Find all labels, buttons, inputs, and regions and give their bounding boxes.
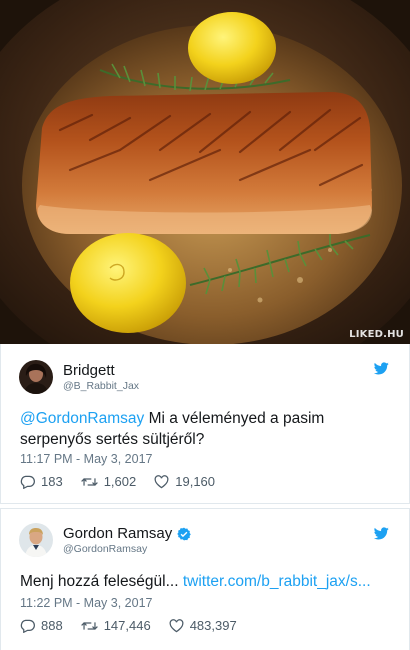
reply-button[interactable]: 183 xyxy=(20,474,63,489)
tweet-text: Menj hozzá feleségül... twitter.com/b_ra… xyxy=(20,571,389,592)
retweet-icon xyxy=(80,621,98,630)
like-button[interactable]: 19,160 xyxy=(154,474,215,489)
heart-icon xyxy=(169,618,184,632)
reply-button[interactable]: 888 xyxy=(20,618,63,633)
retweet-count: 1,602 xyxy=(103,474,137,489)
retweet-button[interactable]: 147,446 xyxy=(80,618,151,633)
tweet-header: Gordon Ramsay @GordonRamsay xyxy=(19,523,191,557)
avatar-gordon-ramsay-icon xyxy=(19,523,53,557)
mention-link[interactable]: @GordonRamsay xyxy=(20,410,144,427)
reply-count: 888 xyxy=(41,618,63,633)
reply-count: 183 xyxy=(41,474,63,489)
avatar[interactable] xyxy=(19,360,53,394)
twitter-bird-icon[interactable] xyxy=(374,527,389,540)
tweet-author: Gordon Ramsay @GordonRamsay xyxy=(63,525,191,556)
avatar-bridgett-icon xyxy=(19,360,53,394)
heart-icon xyxy=(154,474,169,488)
salmon-in-pan-image xyxy=(0,0,410,344)
display-name[interactable]: Gordon Ramsay xyxy=(63,525,191,543)
tweet-link[interactable]: twitter.com/b_rabbit_jax/s... xyxy=(183,573,371,590)
like-count: 19,160 xyxy=(175,474,216,489)
tweet-card: Gordon Ramsay @GordonRamsay Menj hozzá f… xyxy=(0,508,410,650)
tweet-actions: 888 147,446 483,397 xyxy=(20,618,255,633)
tweet-timestamp[interactable]: 11:22 PM - May 3, 2017 xyxy=(20,596,152,610)
tweet-body: Menj hozzá feleségül... xyxy=(20,573,183,590)
twitter-bird-icon[interactable] xyxy=(374,362,389,375)
retweet-icon xyxy=(80,477,98,486)
user-handle[interactable]: @B_Rabbit_Jax xyxy=(63,380,139,393)
like-button[interactable]: 483,397 xyxy=(169,618,237,633)
like-count: 483,397 xyxy=(189,618,237,633)
display-name-text[interactable]: Gordon Ramsay xyxy=(63,525,172,543)
verified-badge-icon xyxy=(177,527,191,540)
food-photo: LIKED.HU xyxy=(0,0,410,344)
tweet-card: Bridgett @B_Rabbit_Jax @GordonRamsay Mi … xyxy=(0,344,410,504)
tweet-text: @GordonRamsay Mi a véleményed a pasim se… xyxy=(20,408,389,450)
avatar[interactable] xyxy=(19,523,53,557)
user-handle[interactable]: @GordonRamsay xyxy=(63,543,191,556)
display-name[interactable]: Bridgett xyxy=(63,362,139,380)
tweet-actions: 183 1,602 19,160 xyxy=(20,474,233,489)
watermark: LIKED.HU xyxy=(349,329,404,340)
tweet-author: Bridgett @B_Rabbit_Jax xyxy=(63,362,139,393)
retweet-count: 147,446 xyxy=(103,618,151,633)
retweet-button[interactable]: 1,602 xyxy=(80,474,137,489)
tweet-timestamp[interactable]: 11:17 PM - May 3, 2017 xyxy=(20,452,152,466)
tweet-header: Bridgett @B_Rabbit_Jax xyxy=(19,360,139,394)
reply-icon xyxy=(20,619,35,633)
reply-icon xyxy=(20,475,35,489)
